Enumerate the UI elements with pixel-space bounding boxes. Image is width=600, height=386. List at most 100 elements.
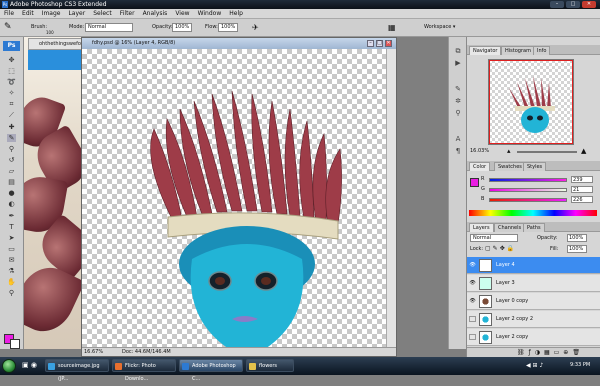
clone-source-icon[interactable]: ⚲ <box>454 109 462 117</box>
task-button[interactable]: sourceimage.jpg (JP... <box>45 359 109 382</box>
tab-swatches[interactable]: Swatches <box>494 162 526 171</box>
notes-tool-icon[interactable]: ✉ <box>7 256 16 264</box>
lock-icons[interactable]: ▢✎✥🔒 <box>485 245 516 252</box>
tab-color[interactable]: Color <box>469 162 491 171</box>
task-button[interactable]: Flickr: Photo Downlo... <box>112 359 176 382</box>
navigator-zoom[interactable]: 16.03% <box>470 147 489 156</box>
marquee-tool-icon[interactable]: ⬚ <box>7 67 16 75</box>
layer-row[interactable]: 👁 Layer 4 <box>467 257 600 274</box>
blend-mode-select[interactable]: Normal <box>470 234 518 242</box>
lasso-tool-icon[interactable]: ➰ <box>7 78 16 86</box>
tab-histogram[interactable]: Histogram <box>501 46 535 55</box>
tab-paths[interactable]: Paths <box>523 223 545 232</box>
minimize-button[interactable]: – <box>550 1 564 8</box>
visibility-toggle-empty[interactable] <box>469 334 476 340</box>
doc-close-button[interactable]: ✕ <box>385 40 392 47</box>
slice-tool-icon[interactable]: ⟋ <box>7 111 16 119</box>
brushes-icon[interactable]: ✲ <box>454 97 462 105</box>
menu-window[interactable]: Window <box>198 10 222 17</box>
red-value[interactable]: 239 <box>571 176 593 183</box>
workspace-button[interactable]: Workspace ▾ <box>424 23 455 32</box>
pen-tool-icon[interactable]: ✒ <box>7 212 16 220</box>
move-tool-icon[interactable]: ✥ <box>7 56 16 64</box>
doc-minimize-button[interactable]: – <box>367 40 374 47</box>
color-spectrum-bar[interactable] <box>469 210 597 216</box>
menu-layer[interactable]: Layer <box>68 10 85 17</box>
flow-field[interactable]: 100% <box>218 23 238 32</box>
brush-size[interactable]: 100 <box>46 28 54 37</box>
tab-channels[interactable]: Channels <box>494 223 526 232</box>
color-foreground-swatch[interactable] <box>470 178 479 187</box>
actions-icon[interactable]: ▶ <box>454 59 462 67</box>
dodge-tool-icon[interactable]: ◐ <box>7 200 16 208</box>
task-button[interactable]: Adobe Photoshop C... <box>179 359 243 382</box>
close-button[interactable]: ✕ <box>582 1 596 8</box>
visibility-toggle-empty[interactable] <box>469 316 476 322</box>
gradient-tool-icon[interactable]: ▤ <box>7 178 16 186</box>
visibility-eye-icon[interactable]: 👁 <box>469 262 476 268</box>
green-slider[interactable] <box>489 188 567 192</box>
zoom-out-icon[interactable]: ▴ <box>507 147 511 156</box>
menu-image[interactable]: Image <box>42 10 61 17</box>
menu-filter[interactable]: Filter <box>120 10 135 17</box>
brush-tool-icon[interactable]: ✎ <box>4 23 12 32</box>
navigator-zoom-slider[interactable] <box>517 151 577 153</box>
tray-icons[interactable]: ◀ ⊞ ♪ <box>526 362 543 369</box>
brush-tool-icon[interactable]: ✎ <box>7 134 16 142</box>
layers-opacity-field[interactable]: 100% <box>567 234 587 242</box>
hand-tool-icon[interactable]: ✋ <box>7 278 16 286</box>
menu-view[interactable]: View <box>175 10 189 17</box>
zoom-level[interactable]: 16.67% <box>84 348 103 356</box>
magic-wand-tool-icon[interactable]: ✧ <box>7 89 16 97</box>
blue-value[interactable]: 226 <box>571 196 593 203</box>
navigator-preview[interactable] <box>488 59 574 145</box>
character-icon[interactable]: A <box>454 135 462 143</box>
menu-help[interactable]: Help <box>229 10 243 17</box>
eyedropper-tool-icon[interactable]: ⚗ <box>7 267 16 275</box>
doc-maximize-button[interactable]: □ <box>376 40 383 47</box>
green-value[interactable]: 21 <box>571 186 593 193</box>
navigator-view-box[interactable] <box>489 60 573 144</box>
visibility-eye-icon[interactable]: 👁 <box>469 280 476 286</box>
layer-row[interactable]: 👁 Layer 0 copy <box>467 293 600 310</box>
task-button[interactable]: flowers <box>246 359 294 372</box>
clone-stamp-tool-icon[interactable]: ⚲ <box>7 145 16 153</box>
vertical-scrollbar[interactable] <box>386 49 396 348</box>
menu-analysis[interactable]: Analysis <box>143 10 168 17</box>
quick-launch-icons[interactable]: ▣ ◉ <box>22 361 37 369</box>
maximize-button[interactable]: □ <box>566 1 580 8</box>
canvas[interactable] <box>82 49 388 348</box>
visibility-eye-icon[interactable]: 👁 <box>469 298 476 304</box>
tab-layers[interactable]: Layers <box>469 223 494 232</box>
airbrush-icon[interactable]: ✈ <box>252 23 259 32</box>
layers-footer-buttons[interactable]: ⛓ƒ◑▦▭⊕🗑 <box>467 347 600 357</box>
blur-tool-icon[interactable]: ● <box>7 189 16 197</box>
crop-tool-icon[interactable]: ⌗ <box>7 100 16 108</box>
paragraph-icon[interactable]: ¶ <box>454 147 462 155</box>
tab-info[interactable]: Info <box>533 46 551 55</box>
history-icon[interactable]: ⧉ <box>454 47 462 55</box>
menu-select[interactable]: Select <box>93 10 112 17</box>
healing-brush-tool-icon[interactable]: ✚ <box>7 123 16 131</box>
menu-file[interactable]: File <box>4 10 14 17</box>
layer-row[interactable]: 👁 Layer 3 <box>467 275 600 292</box>
start-button[interactable] <box>2 359 16 373</box>
tab-styles[interactable]: Styles <box>523 162 547 171</box>
path-selection-tool-icon[interactable]: ➤ <box>7 234 16 242</box>
eraser-tool-icon[interactable]: ▱ <box>7 167 16 175</box>
layer-row[interactable]: Layer 2 copy <box>467 329 600 346</box>
palette-well-icon[interactable]: ▦ <box>388 23 396 32</box>
background-document[interactable] <box>24 37 85 349</box>
blue-slider[interactable] <box>489 198 567 202</box>
shape-tool-icon[interactable]: ▭ <box>7 245 16 253</box>
document-title-bar[interactable]: fdhy.psd @ 16% (Layer 4, RGB/8) – □ ✕ <box>82 38 396 49</box>
background-color-swatch[interactable] <box>10 339 20 349</box>
menu-edit[interactable]: Edit <box>22 10 34 17</box>
layer-row[interactable]: Layer 2 copy 2 <box>467 311 600 328</box>
tool-presets-icon[interactable]: ✎ <box>454 85 462 93</box>
zoom-in-icon[interactable]: ▲ <box>581 147 586 156</box>
tab-navigator[interactable]: Navigator <box>469 46 502 55</box>
opacity-field[interactable]: 100% <box>172 23 192 32</box>
zoom-tool-icon[interactable]: ⚲ <box>7 289 16 297</box>
background-document-tab[interactable]: ohthethingsweforge <box>28 38 89 50</box>
